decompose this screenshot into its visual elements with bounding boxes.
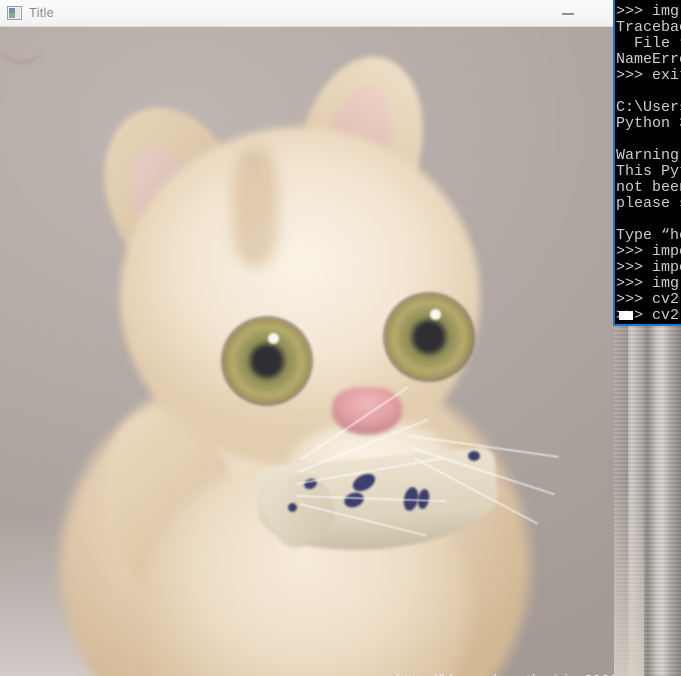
- screenshot-root: Title >>> img Traceba File NameErr >>> e…: [0, 0, 681, 676]
- cat-left-eye-highlight: [268, 333, 279, 344]
- console-output-text: >>> img Traceback File “ NameError >>> e…: [616, 3, 681, 324]
- cat-forehead-marking: [232, 147, 278, 267]
- cat-left-eye: [224, 319, 310, 403]
- watermark-text: https://blog.csdn.net/weixin_39228490: [396, 672, 614, 676]
- bandana-dot: [468, 451, 480, 461]
- python-console-window[interactable]: >>> img Traceback File “ NameError >>> e…: [613, 0, 681, 326]
- image-file-icon: [7, 6, 22, 20]
- minimize-button[interactable]: [548, 0, 598, 26]
- cat-right-eye: [386, 295, 472, 379]
- bandana-dot: [288, 503, 297, 512]
- console-cursor: [619, 311, 633, 320]
- cat-photo: https://blog.csdn.net/weixin_39228490: [0, 27, 614, 676]
- image-viewer-window: Title: [0, 0, 614, 676]
- metal-floor-reflection: [614, 476, 644, 676]
- window-title: Title: [29, 5, 55, 20]
- cat-mouth: [0, 27, 44, 64]
- minimize-icon: [562, 13, 574, 15]
- window-titlebar[interactable]: Title: [0, 0, 614, 27]
- cat-right-eye-highlight: [430, 309, 441, 320]
- cat-nose: [332, 387, 402, 435]
